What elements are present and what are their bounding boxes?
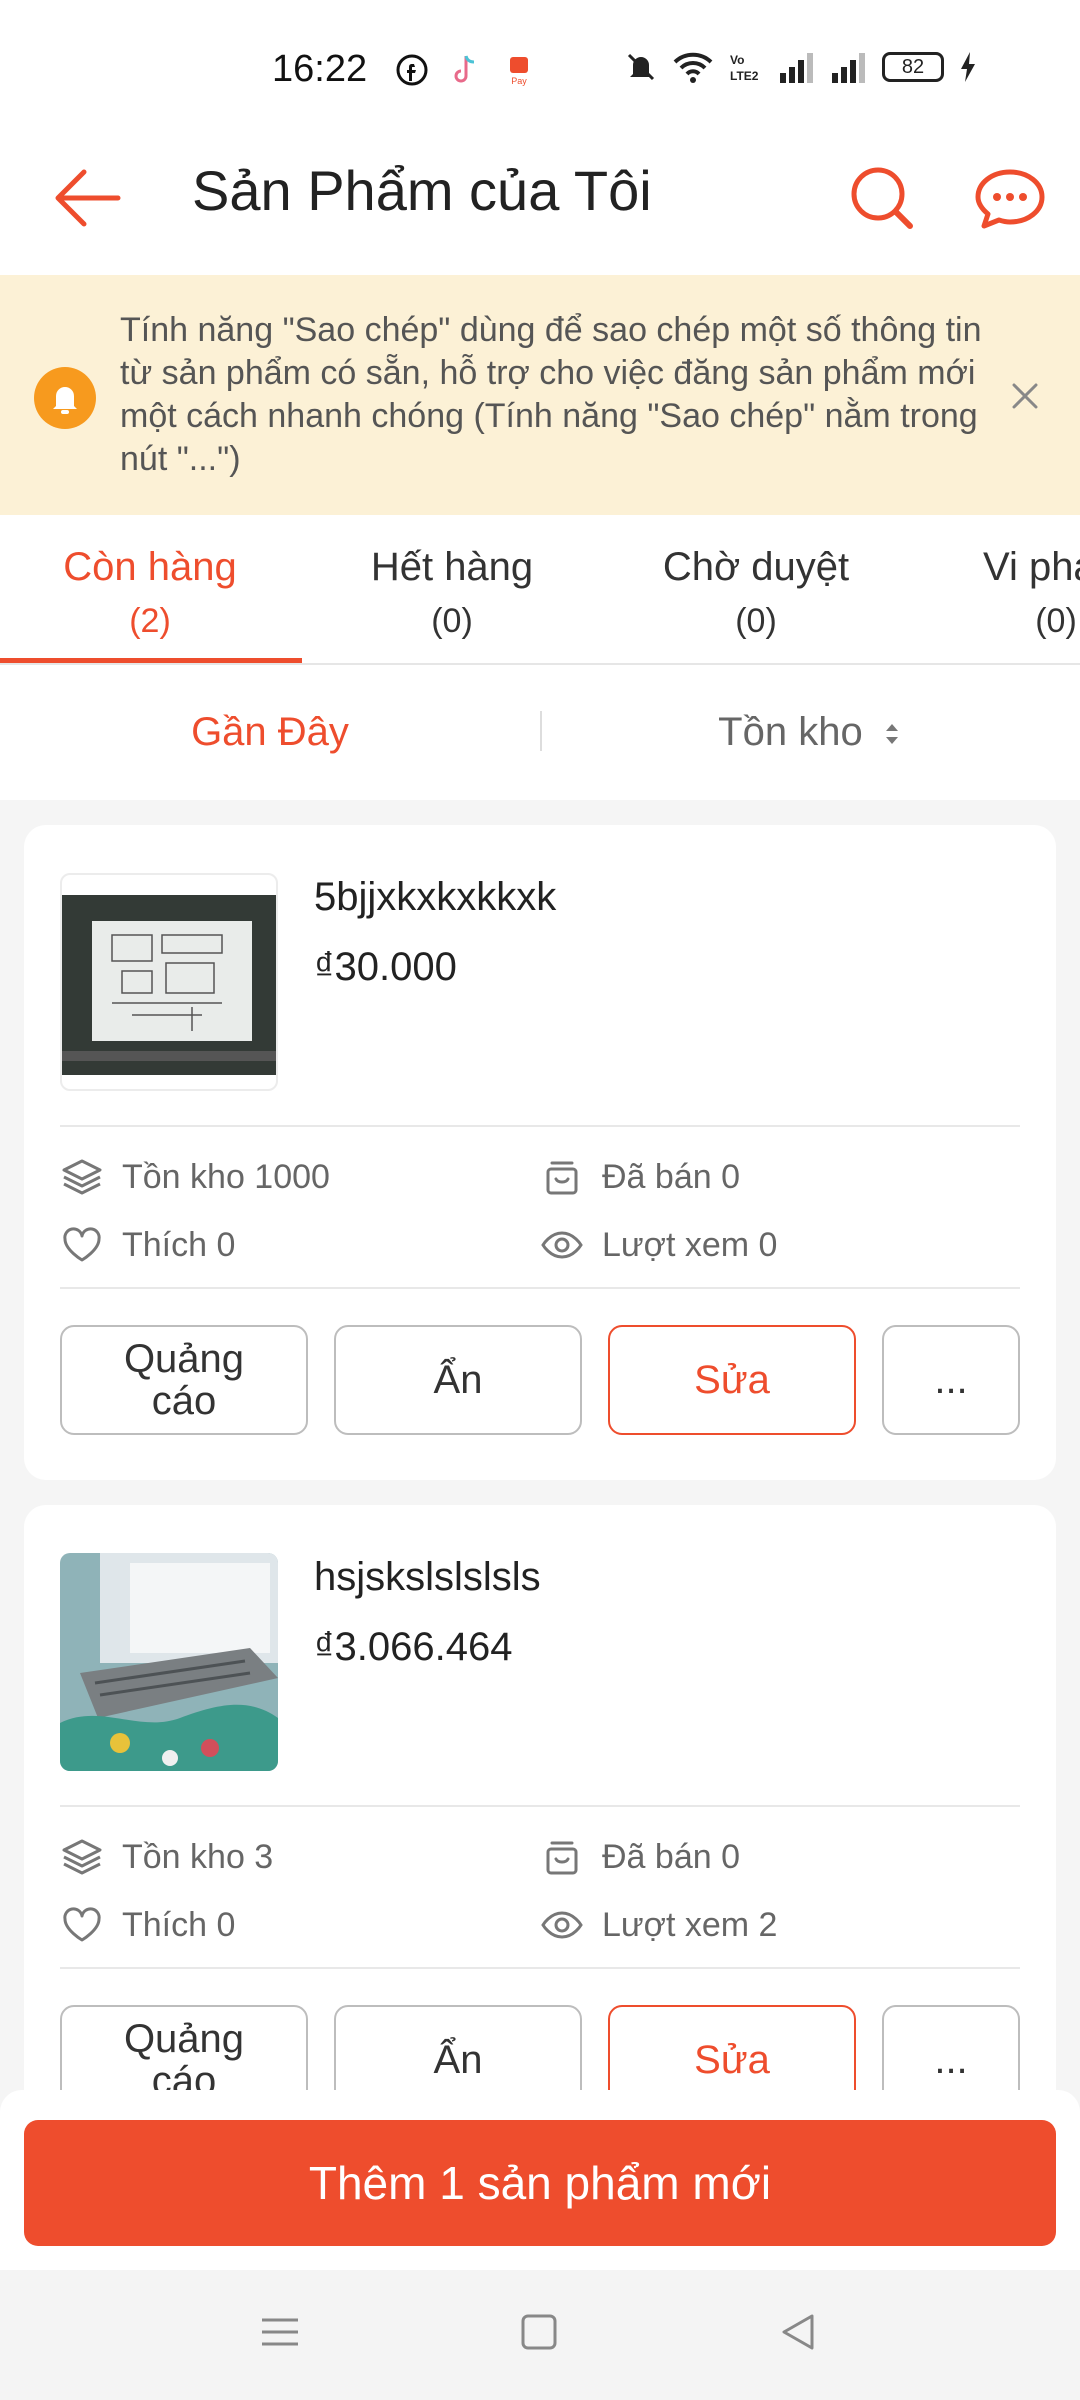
system-back-button[interactable] — [776, 2310, 820, 2354]
divider — [60, 1287, 1020, 1289]
product-thumbnail[interactable] — [60, 1553, 278, 1771]
stock-text: Tồn kho 1000 — [122, 1157, 330, 1196]
status-tabs: Còn hàng (2) Hết hàng (0) Chờ duyệt (0) … — [0, 515, 1080, 665]
sold-stat: Đã bán 0 — [540, 1155, 740, 1199]
arrow-left-icon — [55, 169, 121, 227]
square-icon — [521, 2314, 557, 2350]
ads-button[interactable]: Quảng cáo — [60, 1325, 308, 1435]
eye-icon — [541, 1911, 583, 1939]
status-time: 16:22 — [272, 48, 368, 90]
chat-icon — [975, 169, 1045, 229]
sort-arrows-icon — [885, 724, 898, 745]
layers-icon — [62, 1159, 102, 1195]
back-button[interactable] — [48, 158, 128, 238]
tab-count: (0) — [735, 602, 777, 640]
menu-icon — [262, 2318, 298, 2346]
search-icon — [851, 167, 913, 229]
product-price: ₫3.066.464 — [314, 1625, 513, 1669]
volte-icon: Vo LTE2 — [730, 53, 759, 83]
edit-button[interactable]: Sửa — [608, 1325, 856, 1435]
svg-text:Pay: Pay — [511, 76, 527, 86]
add-product-button[interactable]: Thêm 1 sản phẩm mới — [24, 2120, 1056, 2246]
ads-label: Quảng cáo — [123, 1337, 245, 1423]
notification-icons: Pay — [396, 52, 534, 88]
tab-label: Hết hàng — [370, 545, 534, 589]
notice-text: Tính năng "Sao chép" dùng để sao chép mộ… — [120, 311, 982, 478]
tab-label: Còn hàng — [63, 545, 237, 589]
divider — [60, 1967, 1020, 1969]
views-stat: Lượt xem 0 — [540, 1223, 777, 1267]
stock-text: Tồn kho 3 — [122, 1837, 274, 1876]
system-nav-bar — [0, 2270, 1080, 2400]
sold-stat: Đã bán 0 — [540, 1835, 740, 1879]
views-stat: Lượt xem 2 — [540, 1903, 777, 1947]
product-price: ₫30.000 — [314, 945, 457, 989]
likes-text: Thích 0 — [122, 1225, 236, 1264]
likes-text: Thích 0 — [122, 1905, 236, 1944]
recents-button[interactable] — [258, 2310, 302, 2354]
active-tab-indicator — [0, 658, 302, 663]
wifi-icon — [673, 52, 713, 83]
tab-count: (2) — [129, 602, 171, 640]
tiktok-icon — [454, 55, 475, 83]
tab-out-of-stock[interactable]: Hết hàng (0) — [302, 545, 602, 641]
stock-stat: Tồn kho 1000 — [60, 1155, 330, 1199]
product-card: 5bjjxkxkxkkxk ₫30.000 Tồn kho 1000 Đã bá… — [24, 825, 1056, 1480]
divider — [60, 1805, 1020, 1807]
home-button[interactable] — [519, 2312, 559, 2352]
mute-bell-icon — [627, 53, 655, 81]
battery-indicator: 82 — [882, 52, 944, 82]
shopeepay-icon: Pay — [510, 57, 528, 86]
page-title: Sản Phẩm của Tôi — [192, 159, 652, 222]
product-thumbnail[interactable] — [60, 873, 278, 1091]
top-app-bar: Sản Phẩm của Tôi — [0, 120, 1080, 275]
sold-text: Đã bán 0 — [602, 1837, 740, 1876]
basket-icon — [546, 1161, 578, 1195]
layers-icon — [62, 1839, 102, 1875]
charging-icon — [961, 52, 975, 82]
more-button[interactable]: ... — [882, 1325, 1020, 1435]
heart-icon — [63, 1907, 101, 1942]
stock-stat: Tồn kho 3 — [60, 1835, 273, 1879]
signal-icon-2 — [832, 53, 865, 83]
chat-button[interactable] — [970, 158, 1050, 238]
tab-violation[interactable]: Vi phạm (0) — [906, 545, 1080, 641]
product-name[interactable]: 5bjjxkxkxkkxk — [314, 875, 556, 920]
bell-icon — [34, 367, 96, 429]
signal-icon-1 — [780, 53, 813, 83]
basket-icon — [546, 1841, 578, 1875]
svg-text:Vo: Vo — [730, 53, 744, 67]
copy-feature-notice: Tính năng "Sao chép" dùng để sao chép mộ… — [0, 275, 1080, 515]
facebook-icon — [396, 54, 428, 86]
sort-stock-label: Tồn kho — [718, 710, 863, 754]
product-card: hsjskslslslsls ₫3.066.464 Tồn kho 3 Đã b… — [24, 1505, 1056, 2160]
close-icon — [1012, 383, 1038, 409]
views-text: Lượt xem 0 — [602, 1225, 778, 1264]
likes-stat: Thích 0 — [60, 1903, 235, 1947]
svg-text:LTE2: LTE2 — [730, 69, 759, 83]
likes-stat: Thích 0 — [60, 1223, 235, 1267]
add-product-bar: Thêm 1 sản phẩm mới — [0, 2090, 1080, 2270]
system-icons: Vo LTE2 82 — [624, 50, 978, 84]
search-button[interactable] — [848, 158, 918, 238]
status-bar: 16:22 Pay Vo LTE2 82 — [0, 0, 1080, 140]
triangle-back-icon — [782, 2314, 814, 2350]
tab-pending[interactable]: Chờ duyệt (0) — [606, 545, 906, 641]
heart-icon — [63, 1227, 101, 1262]
sold-text: Đã bán 0 — [602, 1157, 740, 1196]
product-name[interactable]: hsjskslslslsls — [314, 1555, 541, 1600]
views-text: Lượt xem 2 — [602, 1905, 778, 1944]
sort-bar: Gần Đây Tồn kho — [0, 665, 1080, 800]
eye-icon — [541, 1231, 583, 1259]
tab-count: (0) — [431, 602, 473, 640]
tab-label: Vi phạm — [982, 545, 1080, 589]
tab-count: (0) — [1035, 602, 1077, 640]
sort-recent-button[interactable]: Gần Đây — [0, 710, 540, 755]
notice-close-button[interactable] — [1008, 379, 1042, 413]
sort-stock-button[interactable]: Tồn kho — [540, 710, 1080, 755]
hide-button[interactable]: Ẩn — [334, 1325, 582, 1435]
tab-label: Chờ duyệt — [662, 545, 850, 589]
divider — [60, 1125, 1020, 1127]
tab-in-stock[interactable]: Còn hàng (2) — [0, 545, 300, 641]
